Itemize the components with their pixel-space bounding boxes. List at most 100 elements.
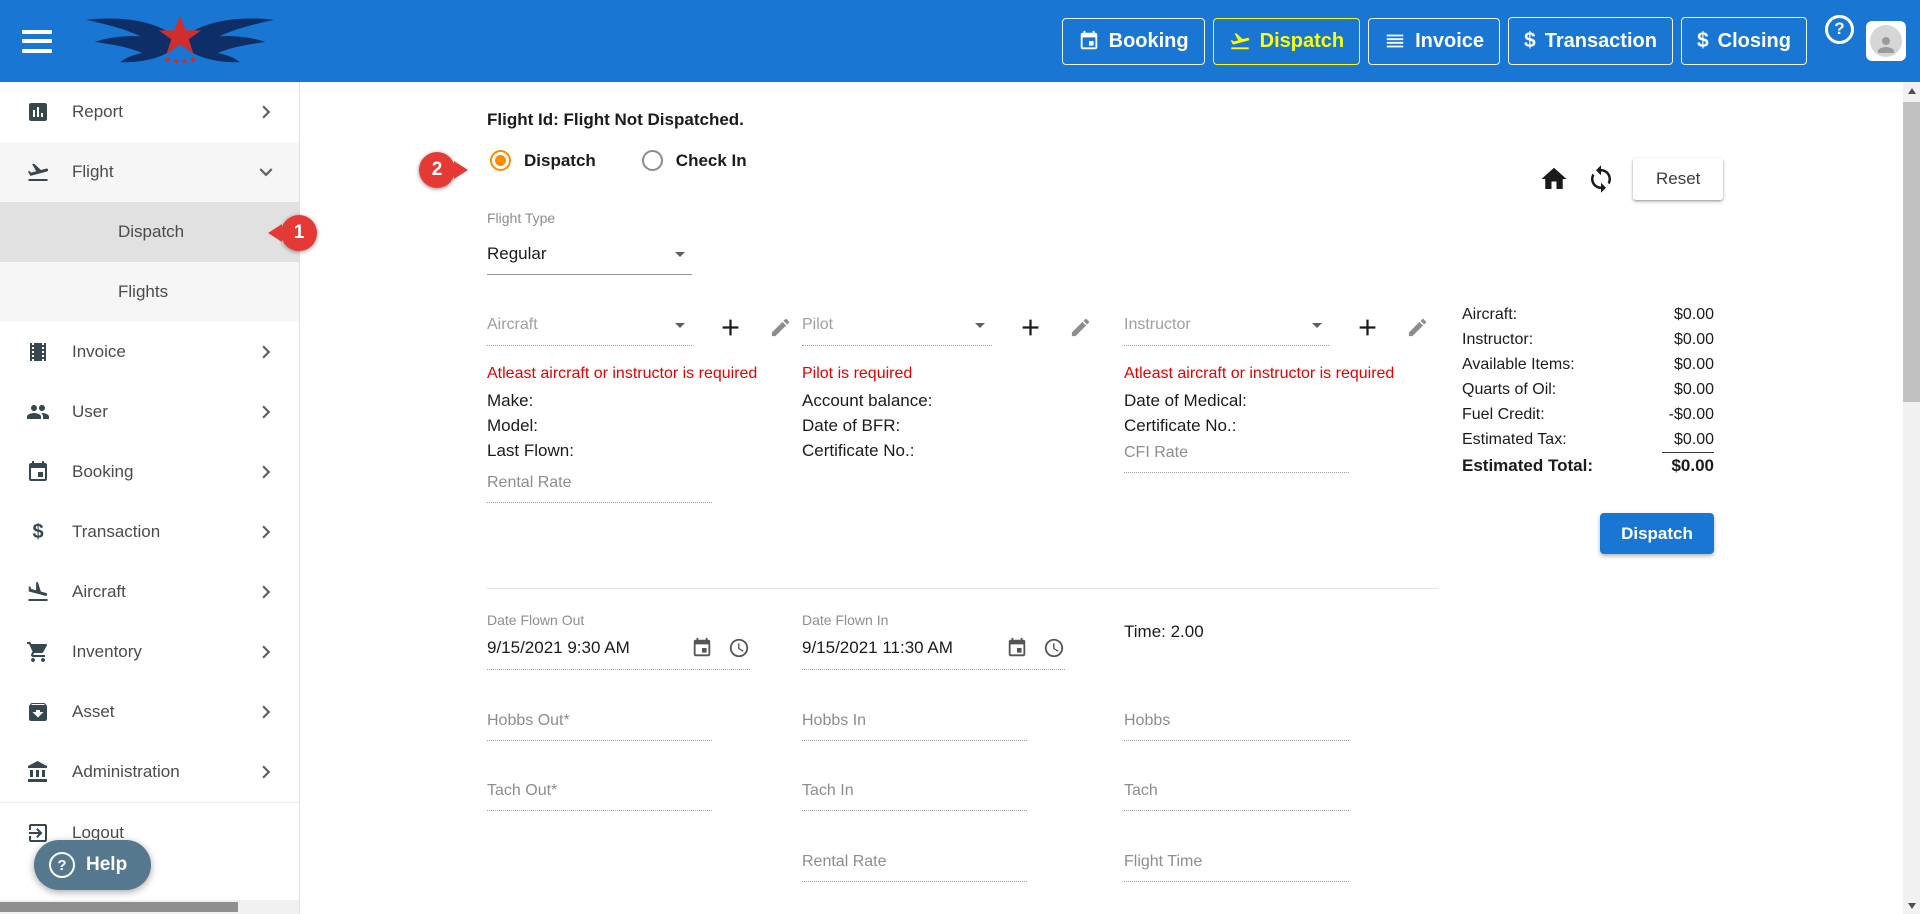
rental-rate-bottom-field[interactable]: Rental Rate xyxy=(802,853,1027,882)
dropdown-arrow-icon xyxy=(668,242,692,266)
add-pilot-icon[interactable] xyxy=(1017,314,1044,341)
sidebar-item-transaction[interactable]: $ Transaction xyxy=(0,502,299,562)
summary-value: $0.00 xyxy=(1662,352,1714,377)
edit-aircraft-icon[interactable] xyxy=(769,316,792,339)
account-balance-label: Account balance: xyxy=(802,388,932,413)
app-window: Booking Dispatch Invoice $ Transaction $… xyxy=(0,0,1920,914)
certificate-no-label: Certificate No.: xyxy=(802,438,932,463)
pilot-select[interactable]: Pilot xyxy=(802,306,992,346)
chevron-right-icon xyxy=(253,579,279,605)
model-label: Model: xyxy=(487,413,574,438)
tach-field[interactable]: Tach xyxy=(1124,782,1349,811)
clock-icon[interactable] xyxy=(1043,637,1065,659)
sidebar-item-aircraft[interactable]: Aircraft xyxy=(0,562,299,622)
help-glyph: ? xyxy=(57,857,66,874)
instructor-info-lines: Date of Medical: Certificate No.: xyxy=(1124,388,1247,438)
scrollbar-thumb[interactable] xyxy=(1903,102,1920,402)
sidebar-item-label: Asset xyxy=(72,702,231,722)
date-flown-in-field: Date Flown In 9/15/2021 11:30 AM xyxy=(802,612,1065,670)
sidebar-item-report[interactable]: Report xyxy=(0,82,299,142)
reset-button[interactable]: Reset xyxy=(1633,158,1723,200)
help-widget-label: Help xyxy=(86,854,127,876)
sidebar-item-label: Booking xyxy=(72,462,231,482)
date-flown-in-input[interactable]: 9/15/2021 11:30 AM xyxy=(802,628,1065,670)
hobbs-in-field[interactable]: Hobbs In xyxy=(802,712,1027,741)
nav-invoice-label: Invoice xyxy=(1415,30,1484,53)
clock-icon[interactable] xyxy=(728,637,750,659)
summary-label: Estimated Tax: xyxy=(1462,427,1567,453)
top-navigation-bar: Booking Dispatch Invoice $ Transaction $… xyxy=(0,0,1920,82)
sidebar-item-administration[interactable]: Administration xyxy=(0,742,299,802)
annotation-number: 2 xyxy=(432,159,443,181)
sidebar-item-dispatch[interactable]: Dispatch xyxy=(0,202,299,262)
dispatch-radio-label: Dispatch xyxy=(524,151,596,171)
sidebar-horizontal-scrollbar[interactable] xyxy=(0,900,299,914)
home-icon[interactable] xyxy=(1539,164,1569,194)
app-logo[interactable] xyxy=(74,11,286,71)
calendar-icon[interactable] xyxy=(691,637,713,659)
sidebar-item-flights[interactable]: Flights xyxy=(0,262,299,322)
sidebar-item-label: Report xyxy=(72,102,231,122)
hobbs-out-placeholder: Hobbs Out* xyxy=(487,712,570,729)
nav-closing-button[interactable]: $ Closing xyxy=(1681,17,1807,65)
edit-instructor-icon[interactable] xyxy=(1406,316,1429,339)
nav-transaction-label: Transaction xyxy=(1545,30,1657,53)
check-in-radio[interactable]: Check In xyxy=(642,150,747,171)
rental-rate-field[interactable]: Rental Rate xyxy=(487,474,712,503)
flight-type-select[interactable]: Regular xyxy=(487,235,692,275)
dropdown-arrow-icon xyxy=(668,313,692,337)
sidebar-item-user[interactable]: User xyxy=(0,382,299,442)
sidebar-item-inventory[interactable]: Inventory xyxy=(0,622,299,682)
bank-icon xyxy=(26,760,50,784)
summary-row: Fuel Credit:-$0.00 xyxy=(1462,402,1714,427)
dispatch-checkin-radio-group: Dispatch Check In xyxy=(490,150,747,171)
edit-pilot-icon[interactable] xyxy=(1069,316,1092,339)
help-widget-button[interactable]: ? Help xyxy=(34,840,151,890)
nav-invoice-button[interactable]: Invoice xyxy=(1368,18,1500,65)
aircraft-info-lines: Make: Model: Last Flown: xyxy=(487,388,574,463)
user-avatar[interactable] xyxy=(1866,21,1906,61)
hobbs-field[interactable]: Hobbs xyxy=(1124,712,1349,741)
pilot-error-message: Pilot is required xyxy=(802,365,912,383)
dispatch-radio[interactable]: Dispatch xyxy=(490,150,596,171)
hobbs-out-field[interactable]: Hobbs Out* xyxy=(487,712,712,741)
summary-value: $0.00 xyxy=(1662,302,1714,327)
help-icon[interactable]: ? xyxy=(1825,15,1854,44)
aircraft-select-placeholder: Aircraft xyxy=(487,316,538,334)
sidebar-item-booking[interactable]: Booking xyxy=(0,442,299,502)
add-aircraft-icon[interactable] xyxy=(717,314,744,341)
sidebar-item-flight[interactable]: Flight xyxy=(0,142,299,202)
sidebar-item-asset[interactable]: Asset xyxy=(0,682,299,742)
flight-time-field[interactable]: Flight Time xyxy=(1124,853,1349,882)
sidebar-item-label: Invoice xyxy=(72,342,231,362)
nav-transaction-button[interactable]: $ Transaction xyxy=(1508,17,1673,65)
tach-out-field[interactable]: Tach Out* xyxy=(487,782,712,811)
tach-in-field[interactable]: Tach In xyxy=(802,782,1027,811)
scroll-up-arrow[interactable] xyxy=(1903,82,1920,99)
scrollbar-thumb[interactable] xyxy=(0,902,238,912)
pilot-select-placeholder: Pilot xyxy=(802,316,833,334)
nav-booking-button[interactable]: Booking xyxy=(1062,18,1205,65)
summary-value: $0.00 xyxy=(1662,453,1714,478)
scroll-down-arrow[interactable] xyxy=(1903,897,1920,914)
vertical-scrollbar[interactable] xyxy=(1903,82,1920,914)
flight-id-label: Flight Id: xyxy=(487,110,559,129)
question-mark-icon: ? xyxy=(49,852,75,878)
refresh-icon[interactable] xyxy=(1586,164,1616,194)
sidebar-item-invoice[interactable]: Invoice xyxy=(0,322,299,382)
report-icon xyxy=(26,100,50,124)
add-instructor-icon[interactable] xyxy=(1354,314,1381,341)
calendar-icon[interactable] xyxy=(1006,637,1028,659)
calendar-icon xyxy=(1078,30,1100,52)
dispatch-button[interactable]: Dispatch xyxy=(1600,513,1714,554)
flight-takeoff-icon xyxy=(26,160,50,184)
aircraft-select[interactable]: Aircraft xyxy=(487,306,692,346)
chevron-right-icon xyxy=(253,699,279,725)
menu-icon[interactable] xyxy=(22,30,52,53)
date-flown-out-input[interactable]: 9/15/2021 9:30 AM xyxy=(487,628,750,670)
nav-dispatch-button[interactable]: Dispatch xyxy=(1213,18,1360,65)
archive-icon xyxy=(26,700,50,724)
nav-booking-label: Booking xyxy=(1109,30,1189,53)
instructor-select[interactable]: Instructor xyxy=(1124,306,1329,346)
cfi-rate-field[interactable]: CFI Rate xyxy=(1124,444,1349,473)
